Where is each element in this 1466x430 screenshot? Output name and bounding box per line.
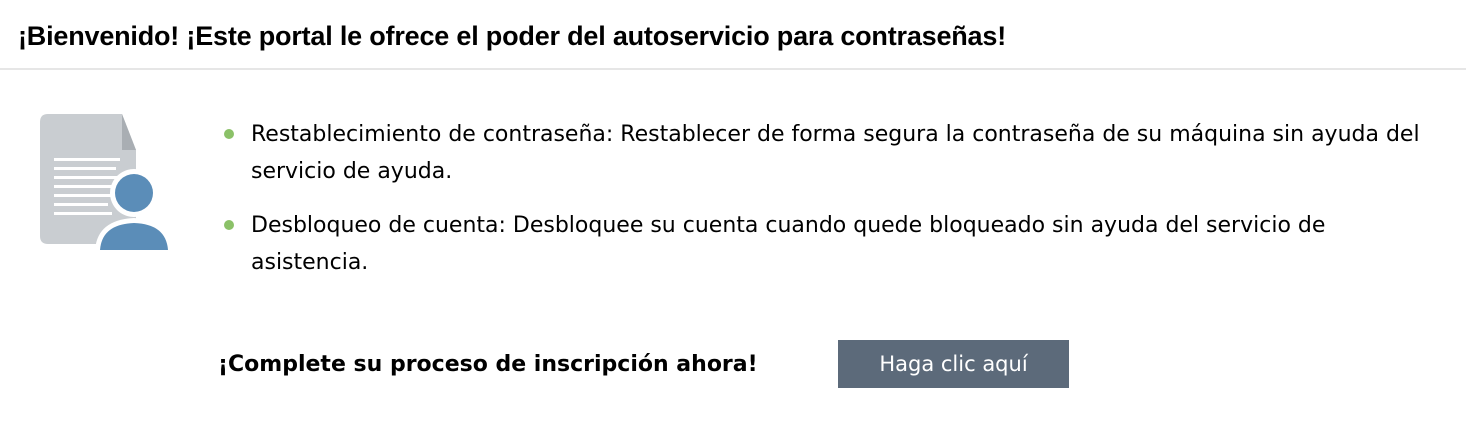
list-item: Restablecimiento de contraseña: Restable… <box>222 116 1422 190</box>
feature-text: Desbloqueo de cuenta: Desbloquee su cuen… <box>251 213 1326 275</box>
document-user-icon <box>40 114 173 252</box>
page-header: ¡Bienvenido! ¡Este portal le ofrece el p… <box>0 0 1466 70</box>
feature-text: Restablecimiento de contraseña: Restable… <box>251 122 1420 184</box>
page-title: ¡Bienvenido! ¡Este portal le ofrece el p… <box>18 21 1006 51</box>
enrollment-prompt: ¡Complete su proceso de inscripción ahor… <box>218 352 758 377</box>
feature-list: Restablecimiento de contraseña: Restable… <box>222 116 1422 298</box>
list-item: Desbloqueo de cuenta: Desbloquee su cuen… <box>222 207 1422 281</box>
bullet-icon <box>224 220 234 230</box>
click-here-button[interactable]: Haga clic aquí <box>838 340 1069 388</box>
bullet-icon <box>224 129 234 139</box>
